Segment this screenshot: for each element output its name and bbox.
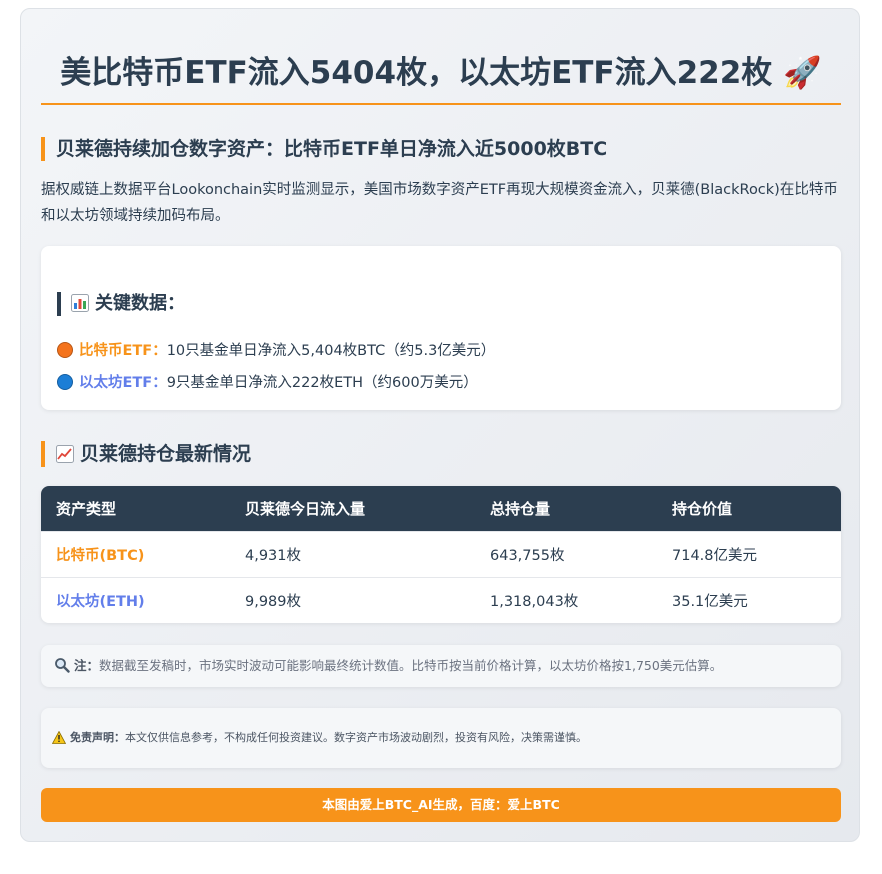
warning-icon [52,731,66,744]
key-data-box: 关键数据： 比特币ETF：10只基金单日净流入5,404枚BTC（约5.3亿美元… [41,246,841,410]
key-data-item-eth: 以太坊ETF：9只基金单日净流入222枚ETH（约600万美元） [57,372,478,394]
disclaimer-text: 本文仅供信息参考，不构成任何投资建议。数字资产市场波动剧烈，投资有风险，决策需谨… [125,731,587,744]
rocket-icon: 🚀 [783,55,822,91]
key-data-heading: 关键数据： [57,292,185,316]
footer-banner: 本图由爱上BTC_AI生成，百度：爱上BTC [41,788,841,822]
eth-etf-text: 9只基金单日净流入222枚ETH（约600万美元） [166,375,478,391]
btc-etf-text: 10只基金单日净流入5,404枚BTC（约5.3亿美元） [166,343,496,359]
column-header-asset: 资产类型 [41,486,230,532]
page-title-text: 美比特币ETF流入5404枚，以太坊ETF流入222枚 [60,55,773,91]
table-row: 比特币(BTC) 4,931枚 643,755枚 714.8亿美元 [41,531,841,578]
note-text: 数据截至发稿时，市场实时波动可能影响最终统计数值。比特币按当前价格计算，以太坊价… [99,658,723,673]
note-label: 注： [74,658,100,673]
table-cell-inflow: 9,989枚 [230,577,475,623]
key-data-item-btc: 比特币ETF：10只基金单日净流入5,404枚BTC（约5.3亿美元） [57,340,495,362]
table-cell-value: 714.8亿美元 [657,531,841,578]
holdings-table: 资产类型 贝莱德今日流入量 总持仓量 持仓价值 比特币(BTC) 4,931枚 … [41,486,841,623]
orange-circle-icon [57,342,73,358]
column-header-inflow: 贝莱德今日流入量 [230,486,475,532]
table-cell-asset: 以太坊(ETH) [41,577,230,623]
table-cell-value: 35.1亿美元 [657,577,841,623]
magnifier-icon [55,658,70,673]
eth-etf-label: 以太坊ETF： [79,375,167,391]
column-header-value: 持仓价值 [657,486,841,532]
disclaimer-box: 免责声明：本文仅供信息参考，不构成任何投资建议。数字资产市场波动剧烈，投资有风险… [41,708,841,768]
key-data-heading-text: 关键数据： [95,293,185,314]
title-underline [41,103,841,105]
bar-chart-icon [71,294,89,312]
table-row: 以太坊(ETH) 9,989枚 1,318,043枚 35.1亿美元 [41,577,841,623]
section-heading-holdings: 贝莱德持续加仓数字资产：比特币ETF单日净流入近5000枚BTC [41,137,607,161]
table-cell-asset: 比特币(BTC) [41,531,230,578]
section-heading-latest-text: 贝莱德持仓最新情况 [80,443,252,465]
blue-circle-icon [57,374,73,390]
table-cell-inflow: 4,931枚 [230,531,475,578]
btc-etf-label: 比特币ETF： [79,343,167,359]
note-box: 注：数据截至发稿时，市场实时波动可能影响最终统计数值。比特币按当前价格计算，以太… [41,645,841,687]
table-cell-total: 643,755枚 [475,531,657,578]
disclaimer-label: 免责声明： [70,731,125,744]
section-heading-latest: 贝莱德持仓最新情况 [41,441,251,467]
intro-paragraph: 据权威链上数据平台Lookonchain实时监测显示，美国市场数字资产ETF再现… [41,182,838,224]
article-card: 美比特币ETF流入5404枚，以太坊ETF流入222枚 🚀 贝莱德持续加仓数字资… [20,8,860,842]
table-header-row: 资产类型 贝莱德今日流入量 总持仓量 持仓价值 [41,486,841,532]
page-title: 美比特币ETF流入5404枚，以太坊ETF流入222枚 🚀 [41,49,841,97]
column-header-total: 总持仓量 [475,486,657,532]
trend-up-chart-icon [56,445,74,463]
table-cell-total: 1,318,043枚 [475,577,657,623]
